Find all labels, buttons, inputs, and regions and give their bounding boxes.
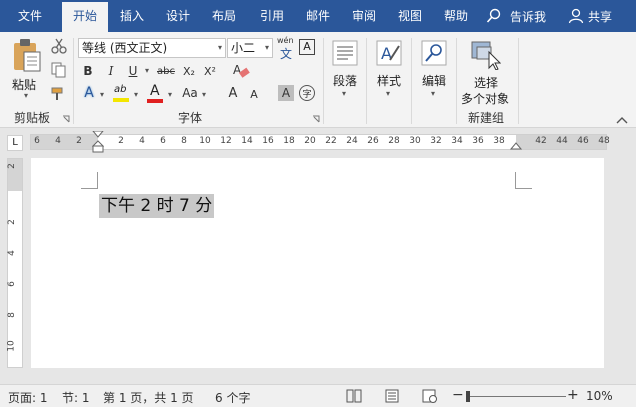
status-word-count[interactable]: 6 个字 <box>215 389 250 406</box>
find-icon <box>421 40 447 66</box>
phonetic-guide-button[interactable]: wén 文 <box>277 36 297 61</box>
tab-help[interactable]: 帮助 <box>436 0 476 32</box>
clipboard-icon <box>14 39 41 72</box>
font-color-button[interactable]: A <box>146 83 166 104</box>
zoom-slider-track[interactable] <box>466 396 566 397</box>
tab-home[interactable]: 开始 <box>62 2 108 32</box>
search-icon <box>486 8 501 23</box>
tab-selector[interactable]: L <box>7 135 23 151</box>
status-page[interactable]: 页面: 1 <box>8 389 48 406</box>
italic-button[interactable]: I <box>103 62 119 80</box>
crop-mark <box>515 188 532 189</box>
grow-font-button[interactable]: A <box>226 84 240 102</box>
status-section[interactable]: 节: 1 <box>62 389 90 406</box>
status-page-count[interactable]: 第 1 页，共 1 页 <box>103 389 194 406</box>
tab-file[interactable]: 文件 <box>4 0 56 32</box>
enclose-char-button[interactable]: 字 <box>299 85 315 101</box>
font-color-bar <box>147 99 163 103</box>
ribbon-tab-bar: 文件 开始 插入 设计 布局 引用 邮件 审阅 视图 帮助 告诉我 共享 <box>0 0 636 32</box>
paragraph-icon <box>332 40 358 66</box>
paragraph-button[interactable]: 段落 ▾ <box>328 36 362 102</box>
editing-button[interactable]: 编辑 ▾ <box>416 36 452 102</box>
ribbon-home: 粘贴 ▾ 剪贴板 等线 (西文正文) ▾ 小二 ▾ wén 文 A B I U ▾ … <box>0 32 636 128</box>
clear-formatting-icon[interactable]: A <box>232 62 250 80</box>
newgroup-label: 新建组 <box>467 111 504 125</box>
styles-button[interactable]: A 样式 ▾ <box>371 36 407 102</box>
tab-view[interactable]: 视图 <box>390 0 430 32</box>
selected-text[interactable]: 下午 2 时 7 分 <box>99 194 215 218</box>
paste-button[interactable]: 粘贴 ▾ <box>8 36 46 100</box>
zoom-in-button[interactable]: + <box>567 387 579 403</box>
change-case-button[interactable]: Aa <box>180 84 200 102</box>
tab-mailings[interactable]: 邮件 <box>298 0 338 32</box>
styles-icon: A <box>376 40 402 66</box>
select-objects-icon <box>471 41 501 70</box>
copy-icon[interactable] <box>51 62 67 78</box>
chevron-down-icon: ▾ <box>264 43 269 52</box>
chevron-down-icon: ▾ <box>431 89 436 98</box>
chevron-down-icon[interactable]: ▾ <box>202 90 206 99</box>
zoom-out-button[interactable]: − <box>452 387 464 403</box>
chevron-down-icon: ▾ <box>24 91 29 100</box>
char-border-button[interactable]: A <box>299 39 315 55</box>
tell-me-search[interactable]: 告诉我 <box>486 7 556 25</box>
select-objects-button[interactable]: 选择 多个对象 <box>458 36 514 106</box>
collapse-ribbon-icon[interactable] <box>616 116 628 124</box>
subscript-button[interactable]: X₂ <box>180 62 198 80</box>
indent-marker[interactable] <box>92 131 104 155</box>
tab-design[interactable]: 设计 <box>158 0 198 32</box>
chevron-down-icon: ▾ <box>342 89 347 98</box>
tab-insert[interactable]: 插入 <box>112 0 152 32</box>
tab-review[interactable]: 审阅 <box>344 0 384 32</box>
underline-button[interactable]: U <box>125 62 141 80</box>
status-bar: 页面: 1 节: 1 第 1 页，共 1 页 6 个字 − + 10% <box>0 384 636 407</box>
highlight-button[interactable]: ab <box>112 84 132 104</box>
dialog-launcher-icon[interactable] <box>312 115 320 123</box>
strikethrough-button[interactable]: abc <box>155 62 177 80</box>
format-painter-icon[interactable] <box>51 86 67 102</box>
chevron-down-icon[interactable]: ▾ <box>168 90 172 99</box>
vertical-ruler[interactable]: 2 2 4 6 8 10 <box>7 158 23 368</box>
superscript-button[interactable]: X² <box>201 62 219 80</box>
font-group-label: 字体 <box>177 111 202 125</box>
font-family-select[interactable]: 等线 (西文正文) ▾ <box>78 38 226 58</box>
chevron-down-icon[interactable]: ▾ <box>134 90 138 99</box>
person-icon <box>568 8 584 24</box>
tab-layout[interactable]: 布局 <box>204 0 244 32</box>
shrink-font-button[interactable]: A <box>248 86 260 102</box>
chevron-down-icon: ▾ <box>386 89 391 98</box>
char-shading-button[interactable]: A <box>278 85 294 101</box>
bold-button[interactable]: B <box>80 62 96 80</box>
horizontal-ruler[interactable]: 6 4 2 2 4 6 8 10 12 14 16 18 20 22 24 26… <box>30 131 610 153</box>
vertical-scrollbar[interactable] <box>604 158 636 384</box>
text-effects-button[interactable]: A <box>80 84 98 102</box>
font-size-select[interactable]: 小二 ▾ <box>227 38 273 58</box>
zoom-level[interactable]: 10% <box>586 389 613 403</box>
read-mode-icon[interactable] <box>346 389 362 403</box>
share-button[interactable]: 共享 <box>568 7 632 25</box>
clipboard-group-label: 剪贴板 <box>13 111 50 125</box>
crop-mark <box>515 172 516 188</box>
crop-mark <box>97 172 98 188</box>
document-page[interactable]: 下午 2 时 7 分 <box>31 158 604 368</box>
print-layout-icon[interactable] <box>384 389 400 403</box>
cut-icon[interactable] <box>51 38 67 54</box>
right-indent-marker[interactable] <box>510 139 522 151</box>
chevron-down-icon[interactable]: ▾ <box>100 90 104 99</box>
zoom-slider-thumb[interactable] <box>466 391 470 402</box>
chevron-down-icon: ▾ <box>217 43 222 52</box>
dialog-launcher-icon[interactable] <box>62 115 70 123</box>
web-layout-icon[interactable] <box>422 389 438 403</box>
highlight-color-bar <box>113 98 129 102</box>
crop-mark <box>81 188 98 189</box>
chevron-down-icon[interactable]: ▾ <box>145 66 149 75</box>
tab-references[interactable]: 引用 <box>252 0 292 32</box>
